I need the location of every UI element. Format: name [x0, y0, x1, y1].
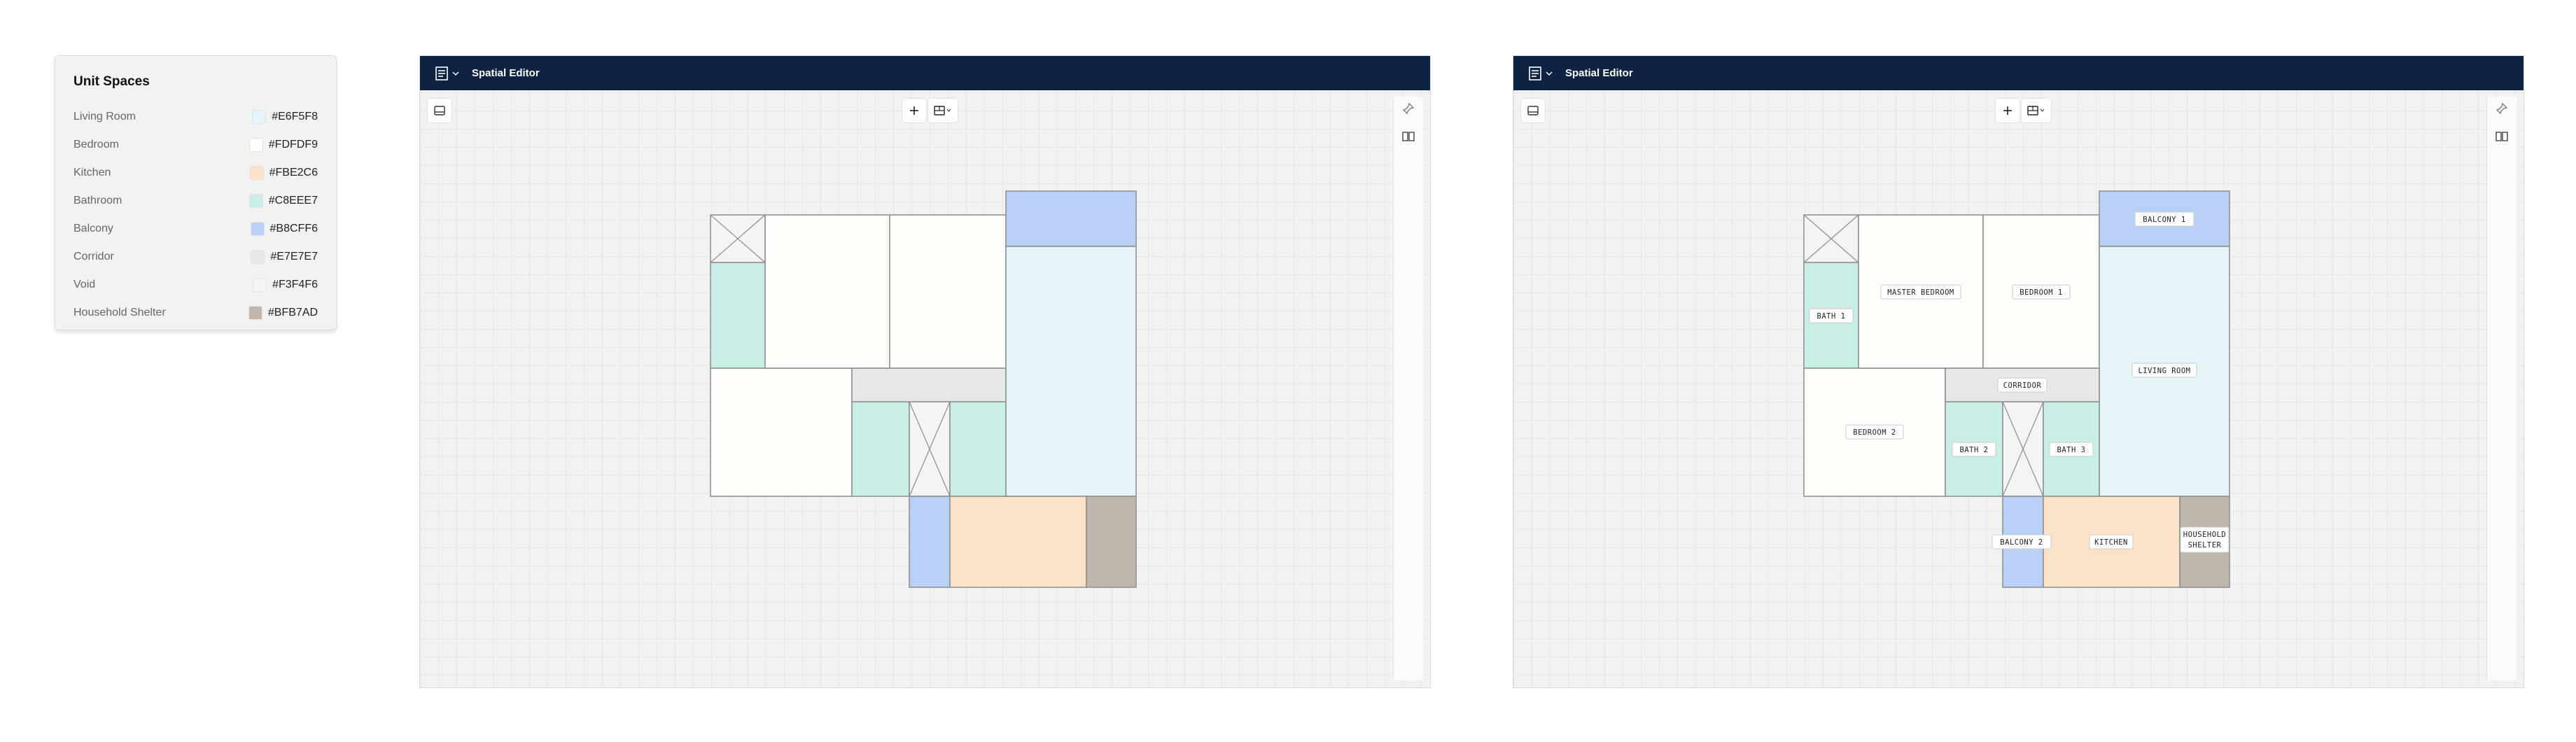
room-master-bedroom[interactable]	[764, 214, 890, 369]
color-swatch	[249, 166, 264, 180]
legend-item-hex: #BFB7AD	[267, 307, 318, 318]
label-bedroom-2: BEDROOM 2	[1845, 424, 1904, 440]
label-bath-1: BATH 1	[1809, 308, 1854, 323]
color-swatch	[248, 138, 263, 152]
color-swatch	[251, 250, 265, 264]
label-living-room: LIVING ROOM	[2132, 363, 2197, 378]
room-bath-1[interactable]	[710, 262, 766, 369]
label-bath-2: BATH 2	[1952, 442, 1996, 457]
svg-text:KITCHEN: KITCHEN	[2094, 538, 2128, 547]
label-bedroom-1: BEDROOM 1	[2012, 284, 2071, 300]
void-center[interactable]	[2002, 401, 2044, 497]
svg-text:HOUSEHOLD: HOUSEHOLD	[2183, 531, 2226, 539]
legend-item: Void #F3F4F6	[74, 271, 318, 299]
legend-item-hex: #FBE2C6	[269, 167, 318, 178]
legend-item-value: #F3F4F6	[253, 278, 318, 292]
svg-text:BALCONY 1: BALCONY 1	[2143, 216, 2185, 224]
legend-item-value: #C8EEE7	[248, 194, 318, 208]
label-balcony-1: BALCONY 1	[2134, 211, 2194, 227]
room-bath-2[interactable]	[851, 401, 910, 497]
legend-item-label: Void	[74, 279, 96, 290]
svg-text:CORRIDOR: CORRIDOR	[2003, 382, 2042, 390]
spatial-editor-panel-unlabeled[interactable]: Spatial Editor	[419, 55, 1431, 688]
svg-text:BATH 3: BATH 3	[2057, 446, 2086, 454]
color-swatch	[253, 278, 267, 292]
legend-item-value: #E6F5F8	[252, 110, 318, 124]
void-center[interactable]	[909, 401, 951, 497]
floor-plan[interactable]: BALCONY 1 BATH 1 MASTER BEDROOM BEDROOM …	[1513, 56, 2524, 687]
floor-plan[interactable]	[420, 56, 1430, 687]
legend-item-label: Balcony	[74, 223, 113, 234]
label-balcony-2: BALCONY 2	[1991, 534, 2052, 550]
void-upper-left[interactable]	[1803, 214, 1859, 263]
unit-spaces-legend: Unit Spaces Living Room #E6F5F8 Bedroom #FD…	[55, 55, 337, 330]
legend-item-label: Bathroom	[74, 195, 122, 206]
legend-item-hex: #FDFDF9	[268, 139, 318, 150]
legend-item: Corridor #E7E7E7	[74, 243, 318, 271]
legend-item-hex: #C8EEE7	[268, 195, 318, 206]
svg-text:BATH 2: BATH 2	[1960, 446, 1989, 454]
svg-text:BALCONY 2: BALCONY 2	[2000, 538, 2043, 547]
legend-item-value: #FBE2C6	[249, 166, 318, 180]
svg-text:BEDROOM 2: BEDROOM 2	[1853, 428, 1896, 437]
svg-text:MASTER BEDROOM: MASTER BEDROOM	[1887, 288, 1954, 297]
color-swatch	[248, 306, 262, 320]
label-household-shelter: HOUSEHOLD SHELTER	[2180, 526, 2230, 553]
room-bedroom-1[interactable]	[889, 214, 1007, 369]
room-living-room[interactable]	[1005, 246, 1137, 497]
legend-item: Living Room #E6F5F8	[74, 103, 318, 131]
room-corridor[interactable]	[851, 368, 1007, 402]
legend-item-label: Corridor	[74, 251, 114, 262]
room-balcony-1[interactable]	[1005, 190, 1137, 247]
legend-item-hex: #B8CFF6	[270, 223, 318, 234]
legend-item: Bedroom #FDFDF9	[74, 131, 318, 159]
legend-item: Household Shelter #BFB7AD	[74, 299, 318, 327]
legend-item-hex: #F3F4F6	[272, 279, 318, 290]
legend-item-hex: #E6F5F8	[272, 111, 318, 122]
legend-item-hex: #E7E7E7	[270, 251, 318, 262]
room-balcony-2[interactable]	[909, 496, 951, 588]
label-bath-3: BATH 3	[2049, 442, 2094, 457]
legend-item-label: Bedroom	[74, 139, 119, 150]
legend-item-value: #E7E7E7	[251, 250, 318, 264]
svg-text:LIVING ROOM: LIVING ROOM	[2138, 367, 2190, 375]
svg-text:SHELTER: SHELTER	[2188, 541, 2222, 550]
svg-text:BEDROOM 1: BEDROOM 1	[2019, 288, 2062, 297]
legend-item: Kitchen #FBE2C6	[74, 159, 318, 187]
legend-item-label: Living Room	[74, 111, 136, 122]
room-kitchen[interactable]	[949, 496, 1087, 588]
legend-item-value: #B8CFF6	[250, 222, 318, 236]
color-swatch	[252, 110, 267, 124]
void-upper-left[interactable]	[710, 214, 766, 263]
legend-item-value: #FDFDF9	[248, 138, 318, 152]
color-swatch	[248, 194, 263, 208]
label-master-bedroom: MASTER BEDROOM	[1880, 284, 1961, 300]
legend-item: Balcony #B8CFF6	[74, 215, 318, 243]
legend-list: Living Room #E6F5F8 Bedroom #FDFDF9 Kitchen #…	[74, 103, 318, 327]
legend-item-value: #BFB7AD	[248, 306, 318, 320]
legend-item: Bathroom #C8EEE7	[74, 187, 318, 215]
label-kitchen: KITCHEN	[2089, 534, 2134, 550]
legend-item-label: Household Shelter	[74, 307, 166, 318]
room-bath-3[interactable]	[949, 401, 1007, 497]
svg-text:BATH 1: BATH 1	[1817, 312, 1846, 321]
legend-item-label: Kitchen	[74, 167, 111, 178]
legend-title: Unit Spaces	[74, 74, 150, 89]
label-corridor: CORRIDOR	[1997, 377, 2047, 393]
spatial-editor-panel-labeled[interactable]: Spatial Editor BALCONY 1 BATH 1 MASTER B…	[1513, 55, 2524, 688]
room-bedroom-2[interactable]	[710, 368, 853, 497]
room-household-shelter[interactable]	[1086, 496, 1137, 588]
color-swatch	[250, 222, 265, 236]
